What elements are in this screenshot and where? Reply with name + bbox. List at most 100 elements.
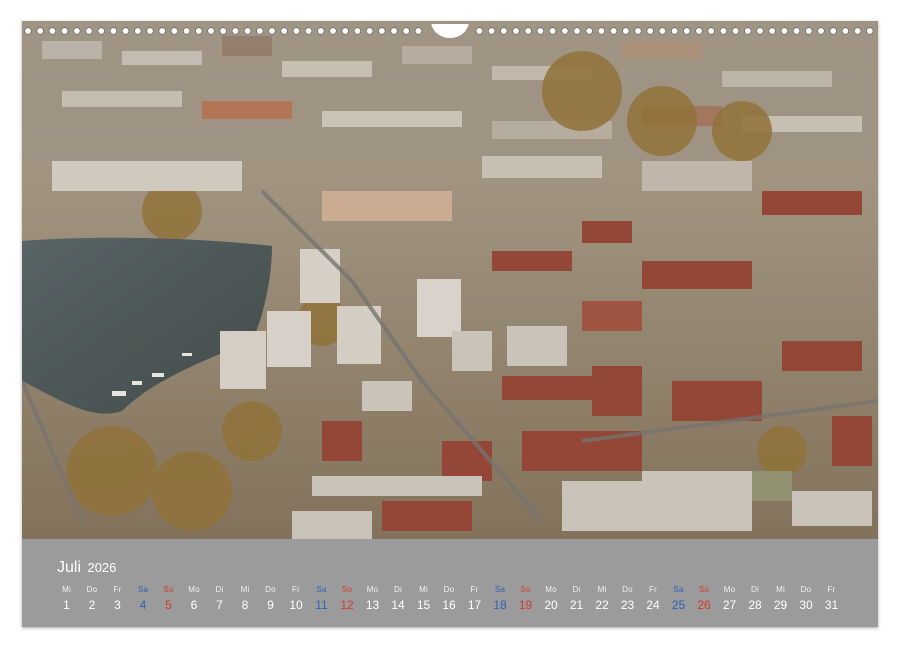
weekday-abbr: Fr <box>105 585 130 594</box>
day-cell: Do 16 <box>437 585 462 612</box>
day-cell: Fr 24 <box>641 585 666 612</box>
day-cell: Mi 29 <box>768 585 793 612</box>
day-number: 30 <box>794 598 819 612</box>
month-name: Juli <box>57 559 81 576</box>
weekday-abbr: So <box>692 585 717 594</box>
weekday-abbr: Sa <box>131 585 156 594</box>
weekday-abbr: Mi <box>411 585 436 594</box>
day-number: 18 <box>488 598 513 612</box>
weekday-abbr: Do <box>794 585 819 594</box>
year: 2026 <box>87 560 116 575</box>
weekday-abbr: Fr <box>819 585 844 594</box>
day-number: 1 <box>54 598 79 612</box>
day-number: 16 <box>437 598 462 612</box>
day-number: 4 <box>131 598 156 612</box>
day-number: 19 <box>513 598 538 612</box>
weekday-abbr: Fr <box>284 585 309 594</box>
day-number: 15 <box>411 598 436 612</box>
calendar-sheet: Juli 2026 Mi1Do2Fr3Sa4So5Mo6Di7Mi8Do9Fr1… <box>22 21 878 627</box>
day-cell: Mi 1 <box>54 585 79 612</box>
month-title: Juli 2026 <box>57 559 116 577</box>
day-cell: Mi 15 <box>411 585 436 612</box>
day-number: 24 <box>641 598 666 612</box>
day-cell: Sa 4 <box>131 585 156 612</box>
day-cell: Sa 25 <box>666 585 691 612</box>
weekday-abbr: Fr <box>641 585 666 594</box>
weekday-abbr: Mo <box>182 585 207 594</box>
weekday-abbr: Sa <box>309 585 334 594</box>
day-cell: So 26 <box>692 585 717 612</box>
weekday-abbr: Do <box>437 585 462 594</box>
day-number: 13 <box>360 598 385 612</box>
weekday-abbr: Mo <box>360 585 385 594</box>
aerial-photo-illustration <box>22 21 878 539</box>
day-number: 5 <box>156 598 181 612</box>
day-number: 31 <box>819 598 844 612</box>
day-cell: So 19 <box>513 585 538 612</box>
day-cell: Fr 31 <box>819 585 844 612</box>
day-number: 27 <box>717 598 742 612</box>
day-cell: Do 2 <box>80 585 105 612</box>
weekday-abbr: Do <box>258 585 283 594</box>
weekday-abbr: Mi <box>54 585 79 594</box>
day-number: 12 <box>335 598 360 612</box>
day-cell: Di 7 <box>207 585 232 612</box>
weekday-abbr: Di <box>564 585 589 594</box>
day-cell: Mo 20 <box>539 585 564 612</box>
day-number: 25 <box>666 598 691 612</box>
day-number: 26 <box>692 598 717 612</box>
weekday-abbr: Sa <box>488 585 513 594</box>
day-cell: So 5 <box>156 585 181 612</box>
day-cell: Di 28 <box>743 585 768 612</box>
day-cell: Fr17 <box>462 585 487 612</box>
day-number: 2 <box>80 598 105 612</box>
weekday-abbr: Do <box>80 585 105 594</box>
day-number: 23 <box>615 598 640 612</box>
weekday-abbr: Di <box>386 585 411 594</box>
weekday-abbr: So <box>156 585 181 594</box>
weekday-abbr: Mi <box>233 585 258 594</box>
day-number: 6 <box>182 598 207 612</box>
day-number: 9 <box>258 598 283 612</box>
day-cell: Fr 10 <box>284 585 309 612</box>
weekday-abbr: So <box>513 585 538 594</box>
day-cell: Mo 6 <box>182 585 207 612</box>
calendar-page: Juli 2026 Mi1Do2Fr3Sa4So5Mo6Di7Mi8Do9Fr1… <box>0 0 899 648</box>
day-number: 28 <box>743 598 768 612</box>
weekday-abbr: So <box>335 585 360 594</box>
weekday-abbr: Mo <box>539 585 564 594</box>
day-cell: Sa 11 <box>309 585 334 612</box>
day-number: 21 <box>564 598 589 612</box>
day-cell: Do 9 <box>258 585 283 612</box>
day-number: 10 <box>284 598 309 612</box>
weekday-abbr: Sa <box>666 585 691 594</box>
aerial-city-photo <box>22 21 878 539</box>
weekday-abbr: Do <box>615 585 640 594</box>
day-number: 8 <box>233 598 258 612</box>
day-number: 22 <box>590 598 615 612</box>
day-cell: Mo 13 <box>360 585 385 612</box>
day-cell: Do 30 <box>794 585 819 612</box>
day-cell: Sa 18 <box>488 585 513 612</box>
weekday-abbr: Mi <box>768 585 793 594</box>
day-cell: Di 14 <box>386 585 411 612</box>
day-number: 14 <box>386 598 411 612</box>
weekday-abbr: Mo <box>717 585 742 594</box>
day-number: 20 <box>539 598 564 612</box>
calendar-footer: Juli 2026 Mi1Do2Fr3Sa4So5Mo6Di7Mi8Do9Fr1… <box>22 539 878 627</box>
day-cell: Di 21 <box>564 585 589 612</box>
weekday-abbr: Mi <box>590 585 615 594</box>
weekday-abbr: Di <box>207 585 232 594</box>
day-cell: So 12 <box>335 585 360 612</box>
day-number: 29 <box>768 598 793 612</box>
day-cell: Do 23 <box>615 585 640 612</box>
day-number: 17 <box>462 598 487 612</box>
day-row: Mi1Do2Fr3Sa4So5Mo6Di7Mi8Do9Fr10Sa11So12M… <box>54 585 872 619</box>
day-cell: Mi 8 <box>233 585 258 612</box>
day-number: 7 <box>207 598 232 612</box>
day-number: 11 <box>309 598 334 612</box>
day-cell: Mi 22 <box>590 585 615 612</box>
day-cell: Mo 27 <box>717 585 742 612</box>
weekday-abbr: Di <box>743 585 768 594</box>
day-number: 3 <box>105 598 130 612</box>
